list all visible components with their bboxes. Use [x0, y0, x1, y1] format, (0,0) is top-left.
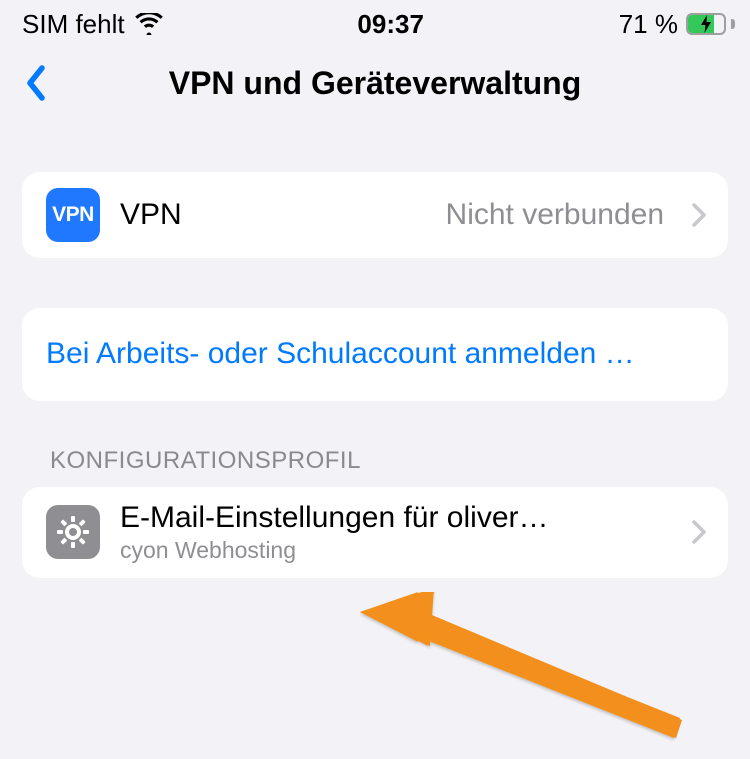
signin-work-school-button[interactable]: Bei Arbeits- oder Schulaccount anmelden …: [22, 308, 728, 401]
profile-title: E-Mail-Einstellungen für oliver…: [120, 501, 664, 535]
signin-group: Bei Arbeits- oder Schulaccount anmelden …: [22, 308, 728, 401]
status-right: 71 %: [619, 9, 730, 40]
battery-text: 71 %: [619, 9, 678, 40]
profile-subtitle: cyon Webhosting: [120, 537, 664, 564]
vpn-status: Nicht verbunden: [446, 198, 664, 232]
chevron-right-icon: [692, 520, 706, 544]
chevron-left-icon: [25, 65, 47, 101]
page-title: VPN und Geräteverwaltung: [0, 65, 750, 102]
back-button[interactable]: [14, 61, 58, 105]
profile-text: E-Mail-Einstellungen für oliver… cyon We…: [120, 501, 664, 564]
vpn-group: VPN VPN Nicht verbunden: [22, 172, 728, 258]
status-time: 09:37: [357, 9, 424, 40]
wifi-icon: [135, 13, 163, 35]
config-profile-header: Konfigurationsprofil: [22, 447, 728, 487]
vpn-label: VPN: [120, 198, 182, 232]
config-profile-group: E-Mail-Einstellungen für oliver… cyon We…: [22, 487, 728, 578]
chevron-right-icon: [692, 203, 706, 227]
nav-header: VPN und Geräteverwaltung: [0, 48, 750, 118]
vpn-icon: VPN: [46, 188, 100, 242]
vpn-row[interactable]: VPN VPN Nicht verbunden: [22, 172, 728, 258]
annotation-arrow-icon: [360, 592, 690, 752]
status-bar: SIM fehlt 09:37 71 %: [0, 0, 750, 48]
config-profile-row[interactable]: E-Mail-Einstellungen für oliver… cyon We…: [22, 487, 728, 578]
gear-icon: [46, 505, 100, 559]
sim-status: SIM fehlt: [22, 9, 125, 40]
status-left: SIM fehlt: [22, 9, 163, 40]
signin-link-text: Bei Arbeits- oder Schulaccount anmelden …: [46, 334, 635, 375]
battery-icon: [686, 13, 730, 35]
charging-bolt-icon: [700, 15, 712, 33]
